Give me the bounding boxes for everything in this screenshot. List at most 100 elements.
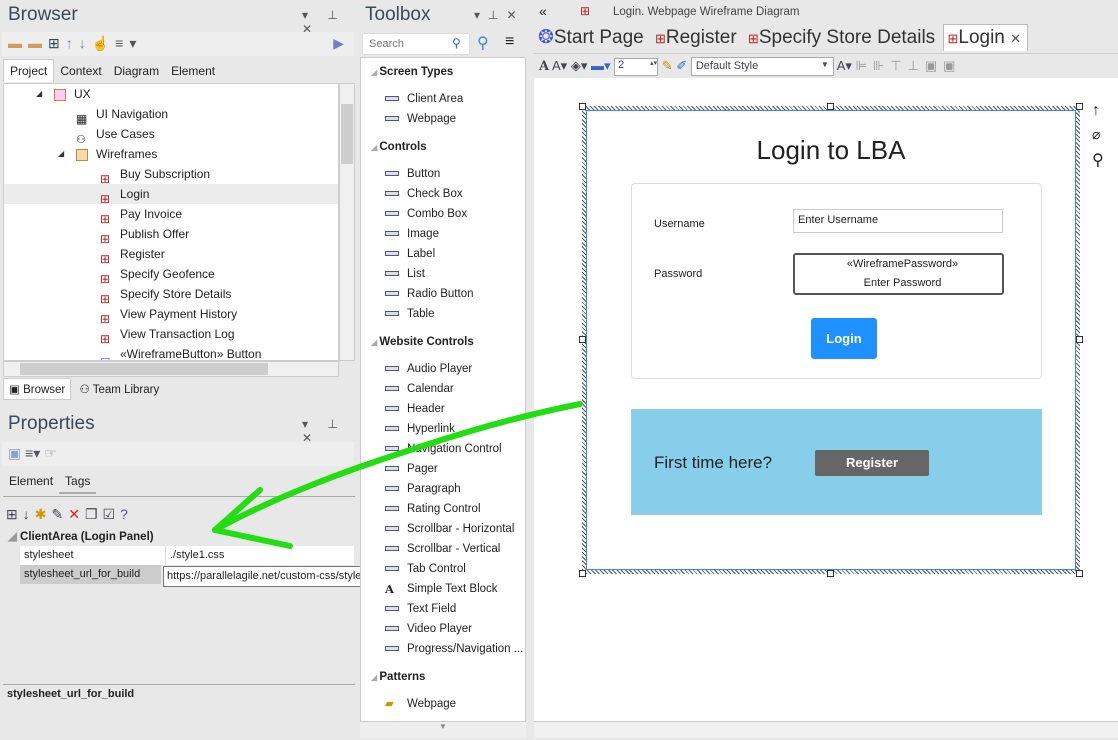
line-width-stepper[interactable]: 2 ▴▾ xyxy=(614,57,659,76)
format-painter-icon[interactable]: ✎ xyxy=(662,58,673,73)
tree-item[interactable]: ⊞ View Payment History xyxy=(4,304,338,325)
tab-context[interactable]: Context xyxy=(54,60,107,82)
resize-handle[interactable] xyxy=(827,570,834,577)
tree-item[interactable]: ⊞ View Transaction Log xyxy=(4,324,338,345)
resize-handle[interactable] xyxy=(827,103,834,110)
toolbox-item[interactable]: Header xyxy=(385,399,445,419)
diagram-icon[interactable]: ⊞ xyxy=(48,35,66,51)
toolbox-item[interactable]: Paragraph xyxy=(385,479,461,499)
toolbox-item[interactable]: Image xyxy=(385,224,439,244)
categorize-icon[interactable]: ⊞ xyxy=(6,506,23,522)
tag-group-header[interactable]: ◢ ClientArea (Login Panel) xyxy=(8,529,154,543)
password-field[interactable]: «WireframePassword» Enter Password xyxy=(793,253,1004,295)
resize-handle[interactable] xyxy=(1076,336,1083,343)
tab-login[interactable]: ⊞Login ✕ xyxy=(943,24,1029,51)
tree-item[interactable]: ⊞ Register xyxy=(4,244,338,265)
toolbox-item[interactable]: Scrollbar - Horizontal xyxy=(385,519,514,539)
toolbox-item[interactable]: A Simple Text Block xyxy=(385,579,498,599)
move-up-icon[interactable]: ↑ xyxy=(66,35,79,51)
toolbox-item[interactable]: Navigation Control xyxy=(385,439,502,459)
toolbox-item[interactable]: Rating Control xyxy=(385,499,481,519)
font-color-icon[interactable]: A▾ xyxy=(552,58,567,73)
toolbox-item[interactable]: Radio Button xyxy=(385,284,474,304)
toolbox-item[interactable]: Check Box xyxy=(385,184,463,204)
folder-icon[interactable]: ▬ xyxy=(28,35,48,51)
tag-value-tooltip[interactable]: https://parallelagile.net/custom-css/sty… xyxy=(163,566,392,587)
panel-controls[interactable]: ▾⊥✕ xyxy=(474,8,525,22)
tab-specify-store-details[interactable]: ⊞Specify Store Details xyxy=(745,25,938,50)
resize-handle[interactable] xyxy=(579,336,586,343)
tag-row[interactable]: stylesheet ./style1.css xyxy=(20,546,354,565)
tree-item[interactable]: ⊞ Buy Subscription xyxy=(4,164,338,185)
search-icon[interactable]: ⚲ xyxy=(452,36,461,50)
toolbox-item[interactable]: ▰ Webpage xyxy=(385,694,456,714)
new-tag-icon[interactable]: ✱ xyxy=(35,506,52,522)
style-dropdown[interactable]: Default Style ▼ xyxy=(690,57,834,76)
login-button[interactable]: Login xyxy=(811,318,877,359)
toolbox-scroll-down[interactable]: ▼ xyxy=(360,722,526,738)
hand-icon[interactable]: ☞ xyxy=(44,445,57,461)
toolbox-section-header[interactable]: ◢ Patterns xyxy=(371,671,425,683)
diagram-canvas[interactable]: ↑ ⌀ ⚲ Login to LBA Username Enter Userna… xyxy=(534,78,1118,721)
tab-team-library[interactable]: ⚇ Team Library xyxy=(74,381,164,399)
tab-element[interactable]: Element xyxy=(3,470,59,492)
tree-item[interactable]: ⊞ Publish Offer xyxy=(4,224,338,245)
toolbox-section-header[interactable]: ◢ Website Controls xyxy=(371,336,474,348)
tab-diagram[interactable]: Diagram xyxy=(108,60,165,82)
menu-icon[interactable]: ≡▾ xyxy=(115,35,142,51)
toolbox-item[interactable]: Scrollbar - Vertical xyxy=(385,539,500,559)
canvas-horizontal-scrollbar[interactable] xyxy=(534,721,1118,738)
tree-item[interactable]: ◢ UX xyxy=(4,84,338,104)
zoom-icon[interactable]: ⚲ xyxy=(1092,150,1104,170)
tree-item[interactable]: ⊞ Login xyxy=(4,184,338,205)
edit-tag-icon[interactable]: ✎ xyxy=(51,506,68,522)
tab-element[interactable]: Element xyxy=(165,60,221,82)
tab-start-page[interactable]: ❂Start Page xyxy=(535,25,647,50)
toolbox-item[interactable]: Text Field xyxy=(385,599,456,619)
toolbox-item[interactable]: Webpage xyxy=(385,109,456,129)
menu-icon[interactable]: ≡▾ xyxy=(25,445,40,461)
tab-project[interactable]: Project xyxy=(3,59,55,82)
line-color-icon[interactable]: ▬▾ xyxy=(591,58,611,73)
toolbox-item[interactable]: Pager xyxy=(385,459,438,479)
expand-icon[interactable]: ◢ xyxy=(58,144,64,164)
toolbox-item[interactable]: List xyxy=(385,264,425,284)
tree-item[interactable]: ▭ «WireframeButton» Button xyxy=(4,344,338,360)
new-package-icon[interactable]: ▬ xyxy=(8,35,28,51)
sort-icon[interactable]: ↓ xyxy=(23,506,35,522)
tree-item[interactable]: ⚇ Use Cases xyxy=(4,124,338,146)
register-button[interactable]: Register xyxy=(815,450,929,476)
move-down-icon[interactable]: ↓ xyxy=(79,35,92,51)
tab-tags[interactable]: Tags xyxy=(59,470,97,494)
save-icon[interactable]: ▣ xyxy=(8,445,21,461)
toolbox-item[interactable]: Client Area xyxy=(385,89,463,109)
toolbox-item[interactable]: Combo Box xyxy=(385,204,467,224)
delete-icon[interactable]: ✕ xyxy=(68,506,85,522)
font-icon[interactable]: A xyxy=(539,59,549,74)
tab-browser[interactable]: ▣ Browser xyxy=(3,378,72,400)
text-style-icon[interactable]: A▾ xyxy=(837,58,852,73)
tree-item[interactable]: ▦ UI Navigation xyxy=(4,104,338,125)
fill-color-icon[interactable]: ◈▾ xyxy=(571,58,588,73)
toolbox-item[interactable]: Label xyxy=(385,244,435,264)
tree-horizontal-scrollbar[interactable] xyxy=(3,361,339,377)
toolbox-item[interactable]: Hyperlink xyxy=(385,419,455,439)
collapse-icon[interactable]: « xyxy=(539,3,547,19)
find-icon[interactable]: ⚲ xyxy=(477,33,489,53)
toolbox-section-header[interactable]: ◢ Screen Types xyxy=(371,66,453,78)
help-icon[interactable]: ? xyxy=(120,506,133,522)
play-icon[interactable]: ▶ xyxy=(333,35,350,52)
close-tab-icon[interactable]: ✕ xyxy=(1010,31,1021,46)
username-field[interactable]: Enter Username xyxy=(793,209,1003,233)
tree-item[interactable]: ⊞ Specify Geofence xyxy=(4,264,338,285)
resize-handle[interactable] xyxy=(579,570,586,577)
tree-vertical-scrollbar[interactable] xyxy=(339,83,355,361)
resize-handle[interactable] xyxy=(1076,103,1083,110)
toolbox-item[interactable]: Button xyxy=(385,164,440,184)
hand-icon[interactable]: ☝ xyxy=(92,35,115,51)
selection-frame[interactable]: Login to LBA Username Enter Username Pas… xyxy=(579,103,1083,577)
tree-item[interactable]: ⊞ Pay Invoice xyxy=(4,204,338,225)
toolbox-section-header[interactable]: ◢ Controls xyxy=(371,141,427,153)
tag-value[interactable]: ./style1.css xyxy=(165,546,224,565)
tab-register[interactable]: ⊞Register xyxy=(652,25,740,50)
